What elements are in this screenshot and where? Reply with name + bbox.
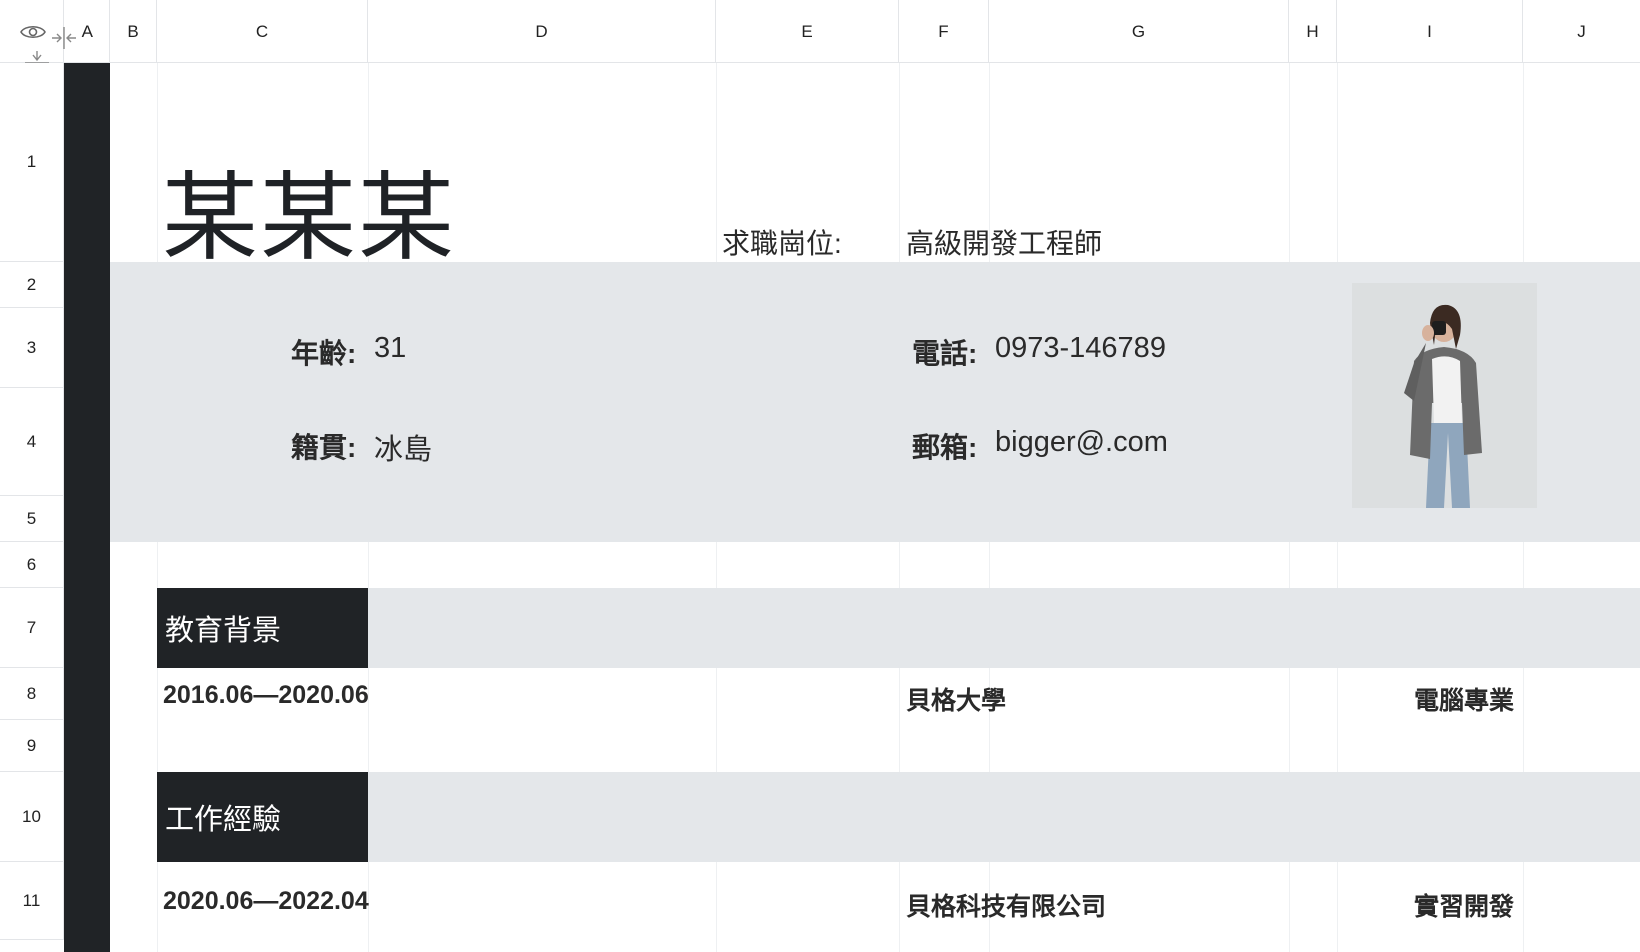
spreadsheet: A B C D E F G H I J 1 2 3 4 5 6 7 8 9 10… xyxy=(0,0,1640,952)
corner-cell[interactable] xyxy=(0,0,76,75)
work-role[interactable]: 實習開發 xyxy=(1414,887,1514,923)
work-period[interactable]: 2020.06—2022.04 xyxy=(163,887,369,916)
email-label[interactable]: 郵箱: xyxy=(912,426,977,466)
email-value[interactable]: bigger@.com xyxy=(995,426,1168,459)
profile-photo[interactable] xyxy=(1352,283,1537,508)
row-header-11[interactable]: 11 xyxy=(0,862,64,940)
work-company[interactable]: 貝格科技有限公司 xyxy=(906,887,1106,923)
row-header-3[interactable]: 3 xyxy=(0,308,64,388)
row-header-10[interactable]: 10 xyxy=(0,772,64,862)
column-header-b[interactable]: B xyxy=(110,0,157,63)
education-school[interactable]: 貝格大學 xyxy=(906,681,1006,717)
column-header-g[interactable]: G xyxy=(989,0,1289,63)
row-header-7[interactable]: 7 xyxy=(0,588,64,668)
education-period[interactable]: 2016.06—2020.06 xyxy=(163,681,369,710)
column-header-f[interactable]: F xyxy=(899,0,989,63)
row-header-5[interactable]: 5 xyxy=(0,496,64,542)
position-label[interactable]: 求職崗位: xyxy=(722,222,842,262)
row-header-6[interactable]: 6 xyxy=(0,542,64,588)
row-header-2[interactable]: 2 xyxy=(0,262,64,308)
work-band xyxy=(157,772,1640,862)
column-a-fill xyxy=(64,63,110,952)
age-label[interactable]: 年齡: xyxy=(291,332,356,372)
column-header-a[interactable]: A xyxy=(64,0,110,63)
eye-icon[interactable] xyxy=(20,23,46,41)
column-header-e[interactable]: E xyxy=(716,0,899,63)
column-header-h[interactable]: H xyxy=(1289,0,1337,63)
phone-value[interactable]: 0973-146789 xyxy=(995,332,1166,365)
row-header-4[interactable]: 4 xyxy=(0,388,64,496)
education-band xyxy=(157,588,1640,668)
row-header-1[interactable]: 1 xyxy=(0,63,64,262)
phone-label[interactable]: 電話: xyxy=(912,332,977,372)
age-value[interactable]: 31 xyxy=(374,332,406,365)
education-section-title[interactable]: 教育背景 xyxy=(157,588,368,668)
work-section-title[interactable]: 工作經驗 xyxy=(157,772,368,862)
column-header-j[interactable]: J xyxy=(1523,0,1640,63)
column-header-d[interactable]: D xyxy=(368,0,716,63)
row-header-9[interactable]: 9 xyxy=(0,720,64,772)
resume-name[interactable]: 某某某 xyxy=(162,140,456,279)
education-major[interactable]: 電腦專業 xyxy=(1414,681,1514,717)
column-header-i[interactable]: I xyxy=(1337,0,1523,63)
origin-label[interactable]: 籍貫: xyxy=(291,426,356,466)
position-value[interactable]: 高級開發工程師 xyxy=(906,222,1102,262)
origin-value[interactable]: 冰島 xyxy=(374,426,432,468)
person-photo-illustration xyxy=(1352,283,1537,508)
column-header-c[interactable]: C xyxy=(157,0,368,63)
row-header-8[interactable]: 8 xyxy=(0,668,64,720)
column-header: A B C D E F G H I J xyxy=(0,0,1640,75)
